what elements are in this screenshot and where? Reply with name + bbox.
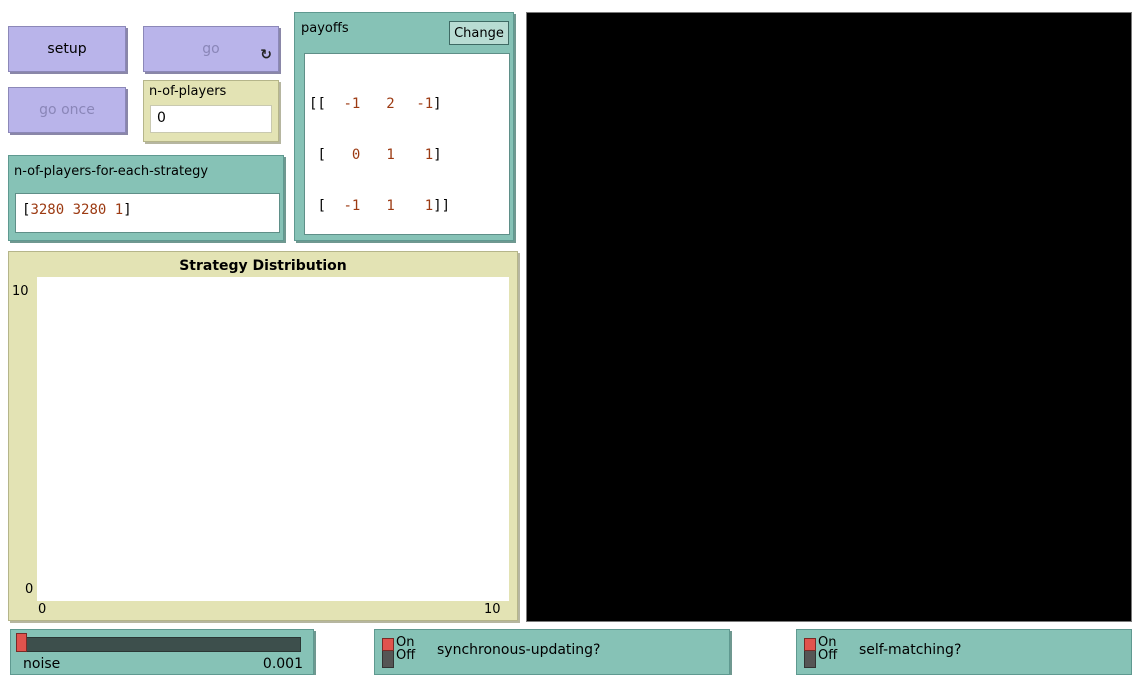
go-once-button-label: go once (39, 102, 95, 118)
payoffs-row: [ -1 1 1]] (309, 198, 505, 215)
go-button-label: go (202, 41, 220, 57)
plot-x-max: 10 (484, 602, 501, 617)
payoffs-row: [ 0 1 1] (309, 147, 505, 164)
slider-handle[interactable] (16, 633, 27, 652)
row-open: [ (317, 147, 326, 163)
strategy-count-1: 3280 (30, 202, 65, 218)
switch-toggle-icon[interactable] (382, 638, 394, 668)
synchronous-updating-switch[interactable]: On Off synchronous-updating? (374, 629, 730, 675)
n-of-players-for-each-strategy-field[interactable]: [3280 3280 1] (15, 193, 280, 233)
self-matching-label: self-matching? (859, 642, 962, 658)
change-button-label: Change (454, 25, 504, 41)
synchronous-updating-label: synchronous-updating? (437, 642, 601, 658)
change-button[interactable]: Change (449, 21, 509, 45)
row-close: ] (433, 96, 442, 112)
n-of-players-for-each-strategy-input[interactable]: n-of-players-for-each-strategy [3280 328… (8, 155, 284, 241)
switch-off-label: Off (396, 648, 416, 663)
switch-off-label: Off (818, 648, 838, 663)
noise-value: 0.001 (262, 656, 303, 672)
bracket-close: ] (123, 202, 132, 218)
payoff-cell: 0 (351, 147, 361, 163)
switch-on-off-labels: On Off (396, 636, 415, 662)
payoff-cell: 1 (424, 198, 434, 214)
n-of-players-for-each-strategy-label: n-of-players-for-each-strategy (14, 164, 209, 179)
go-button[interactable]: go ↻ (143, 26, 279, 72)
row-open: [[ (309, 96, 326, 112)
world-view[interactable] (526, 12, 1132, 622)
payoff-cell: 1 (386, 147, 395, 163)
setup-button-label: setup (47, 41, 87, 57)
payoff-cell: 1 (424, 147, 434, 163)
setup-button[interactable]: setup (8, 26, 126, 72)
row-close: ]] (433, 198, 451, 214)
payoff-cell: -1 (416, 96, 434, 112)
forever-icon: ↻ (260, 47, 272, 63)
row-open: [ (317, 198, 326, 214)
n-of-players-monitor: n-of-players 0 (143, 80, 279, 142)
plot-area (37, 277, 509, 601)
self-matching-switch[interactable]: On Off self-matching? (796, 629, 1132, 675)
payoff-cell: -1 (343, 96, 361, 112)
payoffs-field[interactable]: [[ -1 2 -1] [ 0 1 1] [ -1 1 1]] (304, 53, 510, 235)
n-of-players-value: 0 (150, 105, 272, 133)
payoffs-row: [[ -1 2 -1] (309, 96, 505, 113)
go-once-button[interactable]: go once (8, 87, 126, 133)
plot-y-max: 10 (12, 284, 29, 299)
payoff-cell: 1 (386, 198, 395, 214)
plot-title: Strategy Distribution (179, 258, 347, 274)
payoff-cell: -1 (343, 198, 361, 214)
switch-on-off-labels: On Off (818, 636, 837, 662)
noise-slider[interactable]: noise 0.001 (10, 629, 314, 675)
strategy-count-2: 3280 (72, 202, 107, 218)
payoffs-label: payoffs (301, 21, 349, 36)
payoffs-input[interactable]: payoffs Change [[ -1 2 -1] [ 0 1 1] [ -1… (294, 12, 514, 241)
switch-toggle-icon[interactable] (804, 638, 816, 668)
plot-x-min: 0 (38, 602, 47, 617)
payoff-cell: 2 (386, 96, 395, 112)
strategy-count-3: 1 (114, 202, 124, 218)
row-close: ] (433, 147, 442, 163)
slider-track[interactable] (18, 637, 301, 652)
strategy-distribution-plot: Strategy Distribution 10 0 0 10 (8, 251, 518, 621)
noise-label: noise (23, 656, 61, 672)
plot-y-min: 0 (25, 582, 34, 597)
n-of-players-label: n-of-players (149, 84, 227, 99)
